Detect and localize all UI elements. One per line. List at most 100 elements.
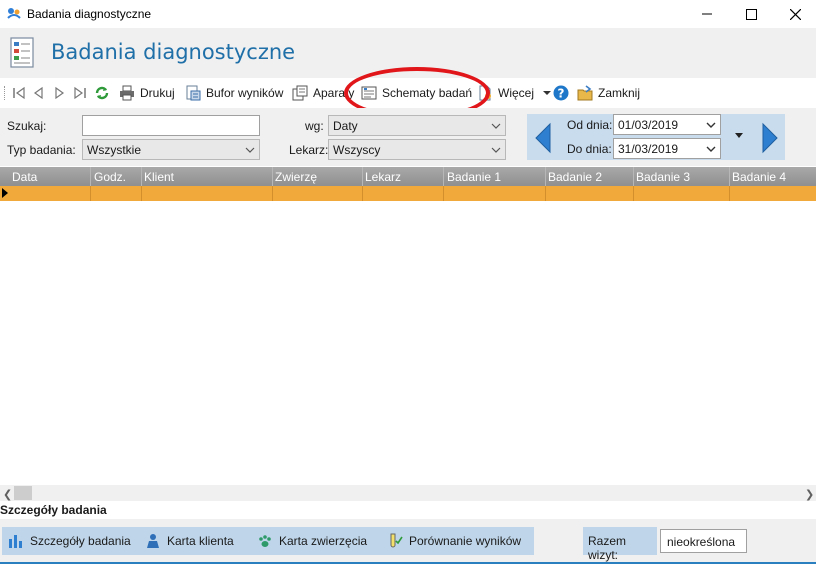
chevron-down-icon — [706, 122, 716, 128]
period-dropdown-icon[interactable] — [734, 132, 744, 140]
printer-icon — [120, 85, 134, 101]
details-section-title: Szczegóły badania — [0, 503, 107, 517]
chevron-down-icon — [706, 146, 716, 152]
column-header-date[interactable]: Data — [12, 170, 37, 184]
column-header-exam-3[interactable]: Badanie 3 — [636, 170, 690, 184]
chevron-down-icon — [543, 91, 552, 95]
tab-exam-details[interactable]: Szczegóły badania — [8, 533, 131, 549]
sort-by-value: Daty — [333, 119, 358, 133]
grid-header: Data Godz. Klient Zwierzę Lekarz Badanie… — [0, 167, 816, 186]
next-record-icon — [55, 86, 65, 100]
vet-select[interactable]: Wszyscy — [328, 139, 506, 160]
column-header-time[interactable]: Godz. — [94, 170, 126, 184]
filter-panel: Szukaj: wg: Daty Typ badania: Wszystkie … — [0, 108, 816, 166]
tab-client-card[interactable]: Karta klienta — [145, 533, 234, 549]
buffer-label: Bufor wyników — [206, 86, 284, 100]
cell-divider — [141, 186, 142, 201]
toolbar-grip[interactable] — [4, 86, 7, 100]
svg-text:?: ? — [558, 87, 565, 101]
exam-type-select[interactable]: Wszystkie — [82, 139, 260, 160]
help-button[interactable]: ? — [553, 83, 574, 103]
tab-animal-card[interactable]: Karta zwierzęcia — [257, 533, 367, 549]
column-divider[interactable] — [443, 167, 444, 186]
grid-body[interactable] — [0, 201, 816, 485]
visits-total-label: Razem wizyt: — [583, 527, 657, 562]
vet-label: Lekarz: — [289, 143, 329, 157]
details-bar: Szczegóły badania Karta klienta Karta zw… — [0, 519, 816, 564]
document-list-icon — [10, 37, 34, 68]
maximize-button[interactable] — [728, 0, 774, 28]
column-divider[interactable] — [362, 167, 363, 186]
date-to-value: 31/03/2019 — [618, 142, 679, 156]
exam-type-label: Typ badania: — [7, 143, 76, 157]
column-header-client[interactable]: Klient — [144, 170, 174, 184]
close-button[interactable] — [772, 0, 816, 28]
column-divider[interactable] — [545, 167, 546, 186]
minimize-button[interactable] — [684, 0, 730, 28]
prev-record-button[interactable] — [31, 83, 52, 103]
refresh-icon — [95, 86, 109, 100]
app-logo-icon — [7, 8, 21, 19]
next-record-button[interactable] — [51, 83, 72, 103]
prev-record-icon — [33, 86, 43, 100]
column-divider[interactable] — [272, 167, 273, 186]
column-divider[interactable] — [633, 167, 634, 186]
print-button[interactable]: Drukuj — [119, 83, 175, 103]
more-label: Więcej — [498, 86, 535, 100]
last-record-icon — [74, 86, 86, 100]
table-row-selected[interactable] — [0, 186, 816, 201]
search-input[interactable] — [82, 115, 260, 136]
tab-compare-results[interactable]: Porównanie wyników — [387, 533, 521, 549]
chevron-down-icon — [491, 123, 501, 129]
date-to-picker[interactable]: 31/03/2019 — [613, 138, 721, 159]
close-icon — [789, 8, 801, 20]
chevron-down-icon — [491, 147, 501, 153]
close-window-button[interactable]: Zamknij — [577, 83, 640, 103]
visits-total-value: nieokreślona — [660, 529, 747, 553]
column-header-animal[interactable]: Zwierzę — [275, 170, 317, 184]
refresh-button[interactable] — [94, 83, 115, 103]
column-divider[interactable] — [141, 167, 142, 186]
tab-client-card-label: Karta klienta — [167, 534, 234, 548]
cell-divider — [90, 186, 91, 201]
scroll-left-icon[interactable]: ❮ — [3, 488, 12, 501]
column-header-vet[interactable]: Lekarz — [365, 170, 401, 184]
first-record-button[interactable] — [11, 83, 32, 103]
cell-divider — [362, 186, 363, 201]
close-label: Zamknij — [598, 86, 641, 100]
column-header-exam-4[interactable]: Badanie 4 — [732, 170, 786, 184]
column-divider[interactable] — [729, 167, 730, 186]
devices-icon — [292, 85, 308, 101]
last-record-button[interactable] — [72, 83, 93, 103]
folder-exit-icon — [577, 85, 593, 101]
sort-by-select[interactable]: Daty — [328, 115, 506, 136]
date-to-label: Do dnia: — [567, 142, 612, 156]
result-buffer-icon — [186, 85, 201, 101]
column-header-exam-2[interactable]: Badanie 2 — [548, 170, 602, 184]
bar-chart-icon — [9, 535, 22, 548]
cell-divider — [545, 186, 546, 201]
scrollbar-thumb[interactable] — [14, 486, 32, 500]
date-from-picker[interactable]: 01/03/2019 — [613, 114, 721, 135]
date-from-value: 01/03/2019 — [618, 118, 679, 132]
tab-exam-details-label: Szczegóły badania — [30, 534, 131, 548]
buffer-button[interactable]: Bufor wyników — [185, 83, 283, 103]
page-title: Badania diagnostyczne — [51, 40, 296, 64]
person-icon — [147, 534, 159, 548]
first-record-icon — [13, 86, 25, 100]
next-period-arrow-icon[interactable] — [760, 122, 780, 154]
help-icon: ? — [553, 85, 569, 101]
scroll-right-icon[interactable]: ❯ — [805, 488, 814, 501]
search-label: Szukaj: — [7, 119, 47, 133]
tab-animal-card-label: Karta zwierzęcia — [279, 534, 368, 548]
horizontal-scrollbar[interactable]: ❮ ❯ — [0, 485, 816, 501]
date-from-label: Od dnia: — [567, 118, 613, 132]
cell-divider — [272, 186, 273, 201]
column-divider[interactable] — [90, 167, 91, 186]
test-tube-icon — [390, 533, 403, 548]
column-header-exam-1[interactable]: Badanie 1 — [447, 170, 501, 184]
vet-value: Wszyscy — [333, 143, 381, 157]
sort-by-label: wg: — [305, 119, 324, 133]
prev-period-arrow-icon[interactable] — [533, 122, 553, 154]
window-title: Badania diagnostyczne — [27, 7, 152, 21]
